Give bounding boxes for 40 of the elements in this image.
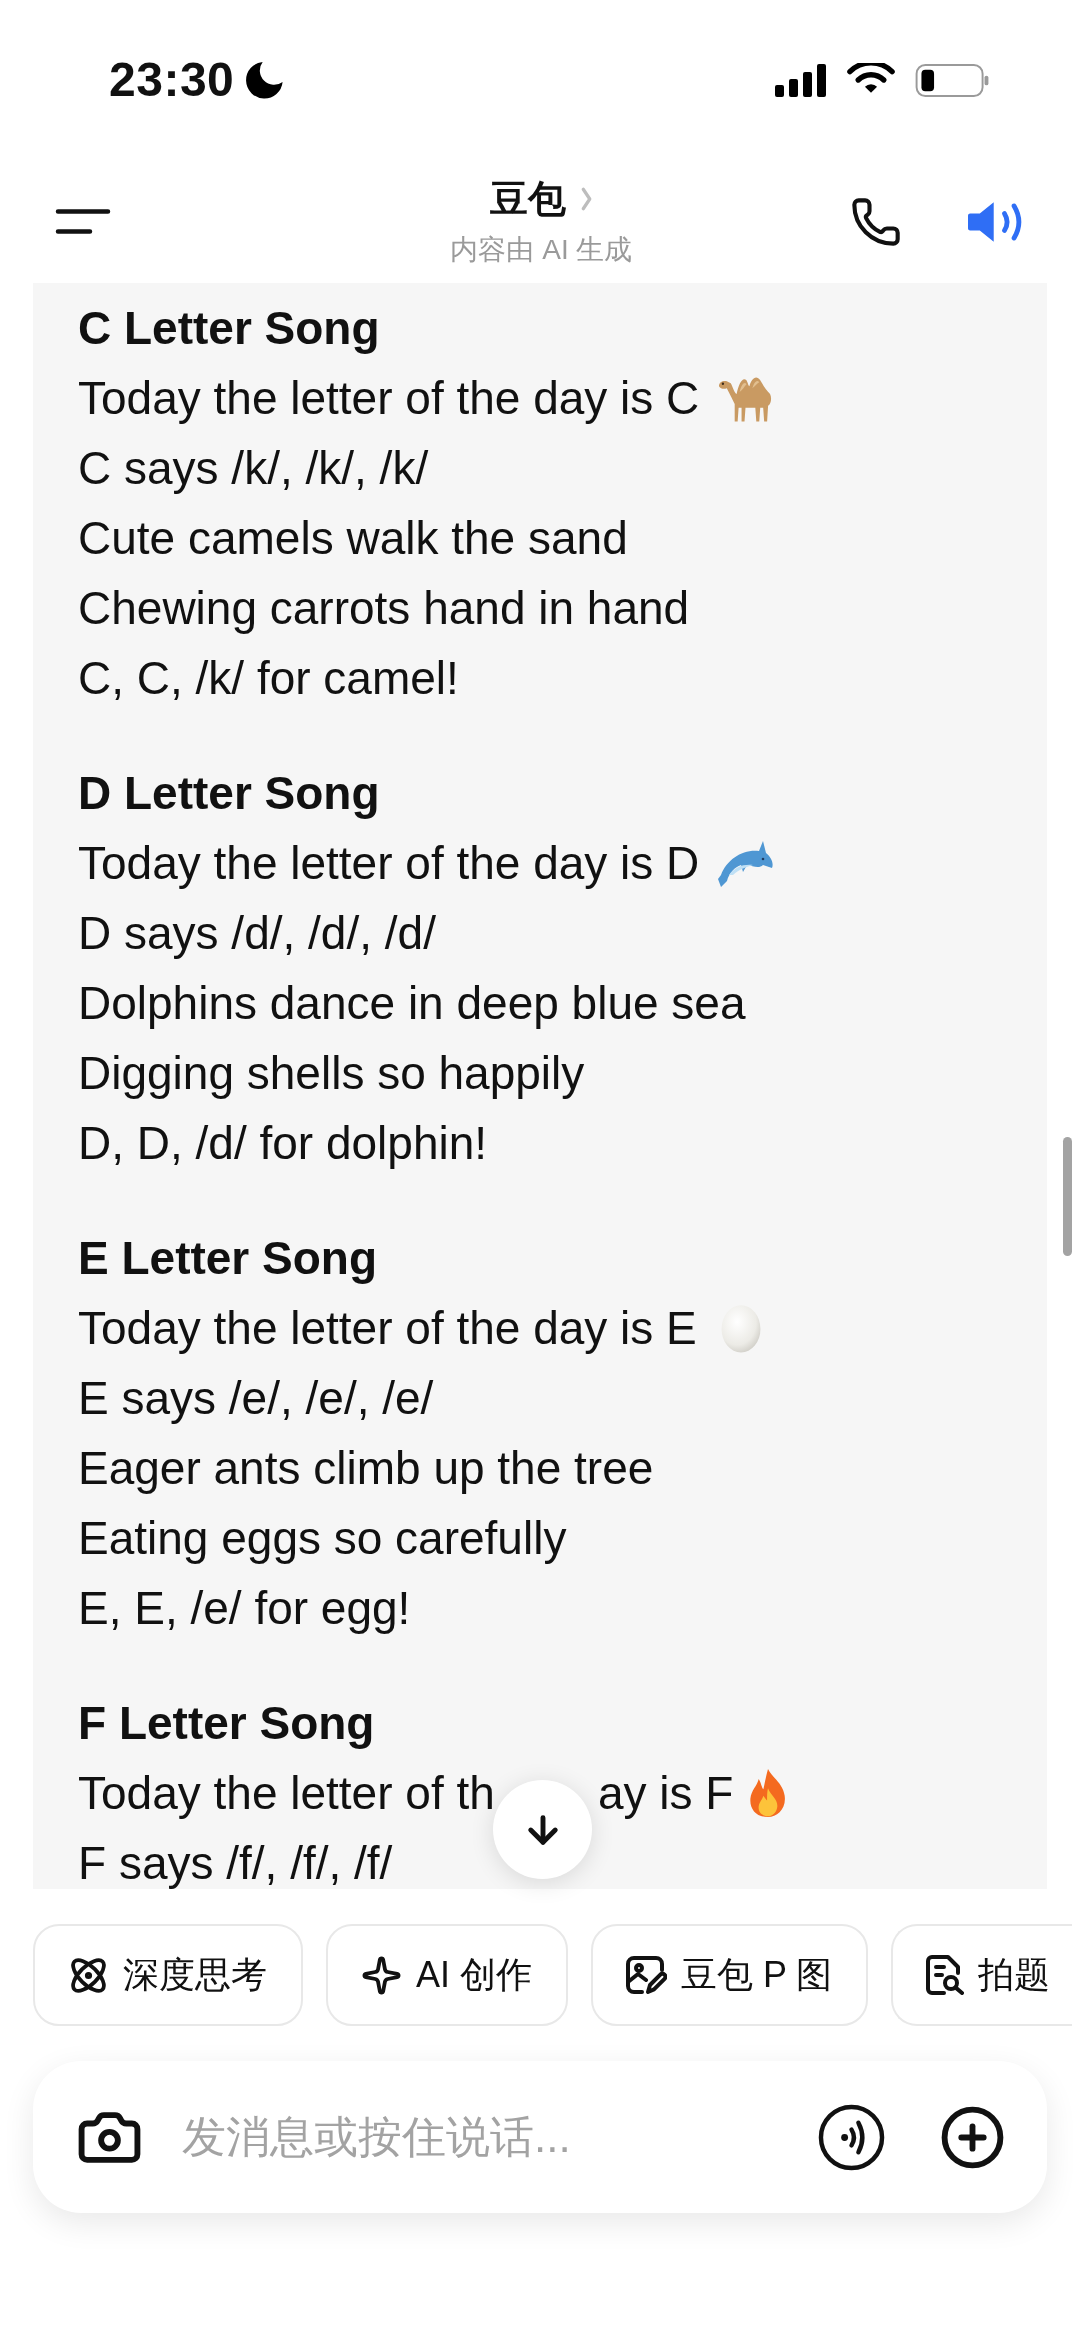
lyric-line: Today the letter of the day is D <box>78 838 700 888</box>
lyric-line: F says /f/, /f/, /f/ <box>78 1838 393 1888</box>
sparkle-icon <box>361 1954 402 1996</box>
song-title: C Letter Song <box>78 303 380 353</box>
lyric-line: C says /k/, /k/, /k/ <box>78 443 429 493</box>
lyric-line: Today the letter of the day is E <box>78 1303 697 1353</box>
chevron-right-icon <box>580 186 593 212</box>
lyric-line: ay is F <box>598 1768 734 1818</box>
voice-icon[interactable] <box>818 2103 885 2171</box>
quick-action-chip[interactable]: 豆包 P 图 <box>591 1924 869 2026</box>
lyric-line: Eating eggs so carefully <box>78 1513 567 1563</box>
status-time: 23:30 <box>109 56 235 104</box>
phone-icon[interactable] <box>850 195 902 248</box>
lyric-line: Dolphins dance in deep blue sea <box>78 978 746 1028</box>
lyric-line: Eager ants climb up the tree <box>78 1443 654 1493</box>
image-edit-icon <box>626 1956 667 1994</box>
lyric-line: D says /d/, /d/, /d/ <box>78 908 436 958</box>
lyric-line: Today the letter of th <box>78 1768 495 1818</box>
lyric-line: D, D, /d/ for dolphin! <box>78 1118 488 1168</box>
lyric-line: Chewing carrots hand in hand <box>78 583 690 633</box>
chat-title[interactable]: 豆包 <box>490 175 566 223</box>
song-title: D Letter Song <box>78 768 380 818</box>
quick-action-chip[interactable]: AI 创作 <box>326 1924 568 2026</box>
message-input[interactable]: 发消息或按住说话... <box>182 2097 742 2177</box>
lyric-line: Digging shells so happily <box>78 1048 585 1098</box>
battery-icon <box>915 63 990 97</box>
ai-disclaimer: 内容由 AI 生成 <box>450 233 633 267</box>
menu-icon[interactable] <box>55 208 111 235</box>
song-title: E Letter Song <box>78 1233 378 1283</box>
lyric-line: E, E, /e/ for egg! <box>78 1583 411 1633</box>
moon-icon <box>246 61 284 99</box>
signal-icon <box>775 63 826 97</box>
lyric-line: Cute camels walk the sand <box>78 513 628 563</box>
document-search-icon <box>926 1955 965 1995</box>
lyric-line: E says /e/, /e/, /e/ <box>78 1373 434 1423</box>
song-title: F Letter Song <box>78 1698 375 1748</box>
lyric-line: Today the letter of the day is C <box>78 373 700 423</box>
quick-action-chip[interactable]: 拍题 <box>891 1924 1073 2026</box>
lyric-line: C, C, /k/ for camel! <box>78 653 459 703</box>
quick-action-chip[interactable]: 深度思考 <box>33 1924 303 2026</box>
